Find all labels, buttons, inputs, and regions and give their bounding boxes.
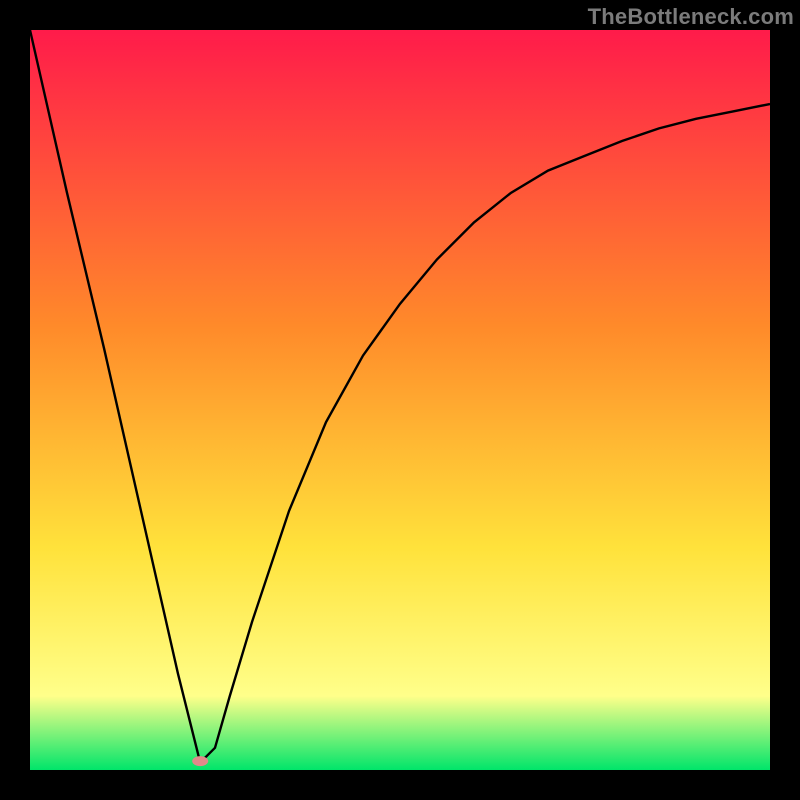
optimal-point-marker — [192, 756, 208, 766]
watermark-text: TheBottleneck.com — [588, 4, 794, 30]
chart-frame: TheBottleneck.com — [0, 0, 800, 800]
gradient-background — [30, 30, 770, 770]
bottleneck-chart — [30, 30, 770, 770]
